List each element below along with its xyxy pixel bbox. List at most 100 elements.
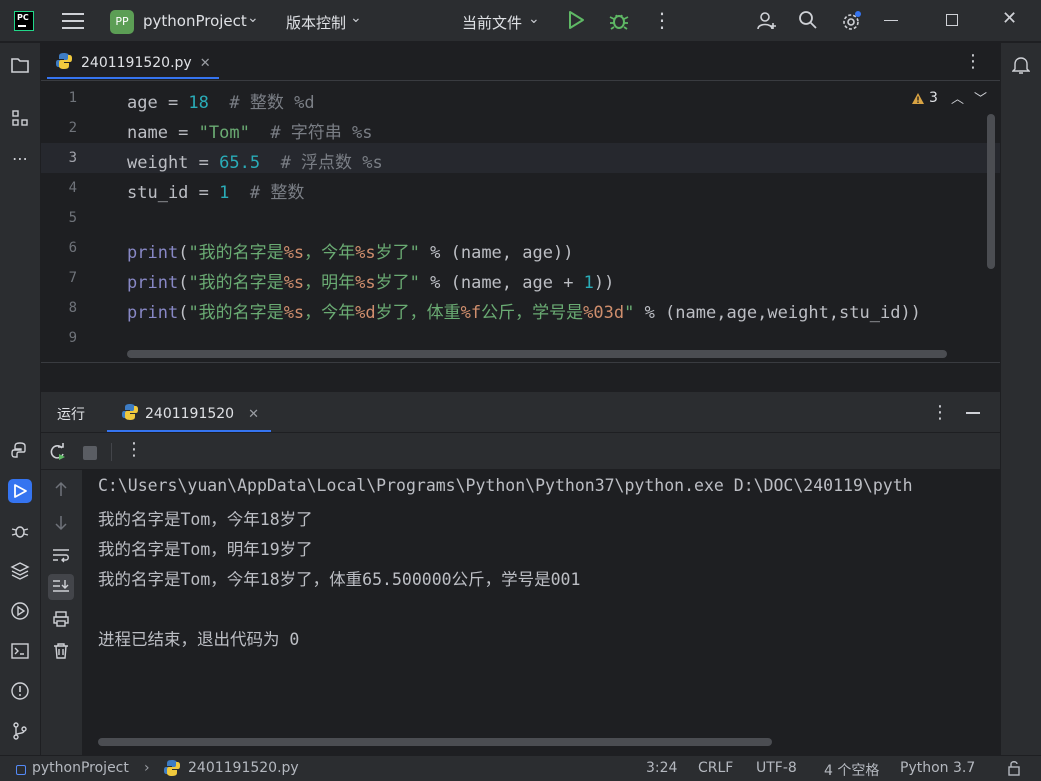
run-icon[interactable] [566, 10, 586, 34]
debug-tool-icon[interactable] [8, 519, 32, 543]
scroll-to-end-icon[interactable] [48, 574, 74, 600]
console-output[interactable]: C:\Users\yuan\AppData\Local\Programs\Pyt… [82, 470, 1000, 755]
run-panel-title: 运行 [57, 407, 85, 423]
line-number: 3 [68, 150, 77, 166]
cursor-position[interactable]: 3:24 [646, 760, 677, 776]
minimize-panel-icon[interactable] [966, 412, 980, 414]
title-bar: PP pythonProject ⌄ 版本控制 ⌄ 当前文件 ⌄ ⋮ ✕ [0, 0, 1041, 42]
python-file-icon [55, 52, 73, 74]
vcs-menu[interactable]: 版本控制 [286, 12, 346, 33]
code-line: 6 print("我的名字是%s，今年%s岁了" % (name, age)) [41, 233, 1000, 263]
python-file-icon [163, 759, 181, 781]
git-icon[interactable] [8, 719, 32, 743]
line-number: 2 [68, 120, 77, 136]
warnings-indicator[interactable]: 3 [911, 90, 938, 106]
project-badge[interactable]: PP [110, 10, 134, 34]
notifications-icon[interactable] [1009, 53, 1033, 77]
indent-setting[interactable]: 4 个空格 [824, 760, 879, 780]
maximize-icon[interactable] [946, 14, 958, 26]
line-number: 6 [68, 240, 77, 256]
python-interpreter[interactable]: Python 3.7 [900, 760, 975, 776]
terminal-icon[interactable] [8, 639, 32, 663]
chevron-down-icon[interactable]: ⌄ [528, 11, 540, 27]
console-line: 我的名字是Tom，明年19岁了 [98, 540, 313, 559]
minimize-icon[interactable] [884, 20, 898, 21]
run-side-toolbar [41, 470, 81, 755]
warnings-count: 3 [929, 90, 938, 106]
settings-icon[interactable] [840, 10, 862, 36]
code-line: 7 print("我的名字是%s，明年%s岁了" % (name, age + … [41, 263, 1000, 293]
project-name[interactable]: pythonProject [143, 12, 247, 30]
chevron-down-icon[interactable]: ⌄ [350, 10, 362, 26]
panel-divider[interactable] [41, 362, 1000, 392]
folder-icon[interactable] [8, 53, 32, 77]
scroll-up-icon[interactable] [48, 476, 74, 502]
line-separator[interactable]: CRLF [698, 760, 733, 776]
console-line: 我的名字是Tom，今年18岁了，体重65.500000公斤，学号是001 [98, 570, 581, 589]
editor-tab-bar: 2401191520.py ✕ ⋮ [41, 43, 1000, 81]
chevron-right-icon: › [144, 760, 150, 776]
run-tab[interactable]: 2401191520 ✕ [107, 398, 271, 432]
stop-icon[interactable] [83, 446, 97, 460]
python-file-icon [121, 403, 139, 425]
structure-icon[interactable] [8, 106, 32, 130]
close-tab-icon[interactable]: ✕ [248, 407, 259, 422]
console-line: C:\Users\yuan\AppData\Local\Programs\Pyt… [98, 476, 913, 495]
warning-navigation[interactable]: ︿﹀ [951, 88, 997, 107]
scroll-down-icon[interactable] [48, 510, 74, 536]
services-icon[interactable] [8, 599, 32, 623]
close-tab-icon[interactable]: ✕ [200, 56, 211, 71]
more-icon[interactable]: ⋮ [931, 402, 949, 423]
code-line: 9 [41, 323, 1000, 353]
add-user-icon[interactable] [756, 10, 778, 36]
rerun-icon[interactable] [48, 443, 66, 465]
run-panel: 运行 2401191520 ✕ ⋮ ⋮ C:\Users\yuan\AppDat… [41, 392, 1000, 755]
editor-horizontal-scrollbar[interactable] [127, 350, 947, 358]
python-console-icon[interactable] [8, 439, 32, 463]
run-panel-header: 运行 2401191520 ✕ ⋮ [41, 392, 1000, 432]
search-icon[interactable] [798, 10, 818, 34]
more-icon[interactable]: ⋮ [964, 51, 982, 72]
line-number: 4 [68, 180, 77, 196]
more-icon[interactable]: ⋮ [125, 439, 143, 460]
layers-icon[interactable] [8, 559, 32, 583]
trash-icon[interactable] [48, 638, 74, 664]
code-line: 4 stu_id = 1 # 整数 [41, 173, 1000, 203]
lock-icon[interactable] [1006, 760, 1022, 780]
editor-tab[interactable]: 2401191520.py ✕ [47, 49, 219, 79]
status-file[interactable]: 2401191520.py [188, 760, 299, 776]
code-line: 2 name = "Tom" # 字符串 %s [41, 113, 1000, 143]
code-line: 8 print("我的名字是%s，今年%d岁了，体重%f公斤，学号是%03d" … [41, 293, 1000, 323]
warning-icon [912, 92, 924, 104]
run-tab-label: 2401191520 [145, 406, 235, 422]
line-number: 8 [68, 300, 77, 316]
right-tool-strip [1000, 43, 1041, 755]
status-project[interactable]: pythonProject [32, 760, 129, 776]
app-logo-icon [14, 11, 34, 31]
print-icon[interactable] [48, 606, 74, 632]
run-config-selector[interactable]: 当前文件 [462, 12, 522, 33]
run-toolbar: ⋮ [41, 432, 1000, 470]
console-horizontal-scrollbar[interactable] [98, 738, 772, 746]
code-line: 5 [41, 203, 1000, 233]
code-line-current: 3 weight = 65.5 # 浮点数 %s [41, 143, 1000, 173]
line-number: 7 [68, 270, 77, 286]
close-icon[interactable]: ✕ [1002, 8, 1017, 29]
code-editor[interactable]: 1 age = 18 # 整数 %d 3 ︿﹀ 2 name = "Tom" #… [41, 82, 1000, 362]
problems-icon[interactable] [8, 679, 32, 703]
file-encoding[interactable]: UTF-8 [756, 760, 797, 776]
debug-icon[interactable] [608, 10, 630, 36]
console-line: 我的名字是Tom，今年18岁了 [98, 510, 313, 529]
console-line: 进程已结束，退出代码为 0 [98, 630, 300, 649]
left-tool-strip: ⋯ [0, 43, 41, 755]
more-tools-icon[interactable]: ⋯ [8, 146, 32, 170]
line-number: 1 [68, 90, 77, 106]
soft-wrap-icon[interactable] [48, 542, 74, 568]
editor-vertical-scrollbar[interactable] [987, 114, 995, 269]
more-icon[interactable]: ⋮ [652, 8, 672, 32]
chevron-down-icon[interactable]: ⌄ [247, 10, 259, 26]
status-bar: pythonProject › 2401191520.py 3:24 CRLF … [0, 755, 1041, 781]
hamburger-icon[interactable] [62, 13, 84, 29]
run-tool-icon[interactable] [8, 479, 32, 503]
line-number: 9 [68, 330, 77, 346]
